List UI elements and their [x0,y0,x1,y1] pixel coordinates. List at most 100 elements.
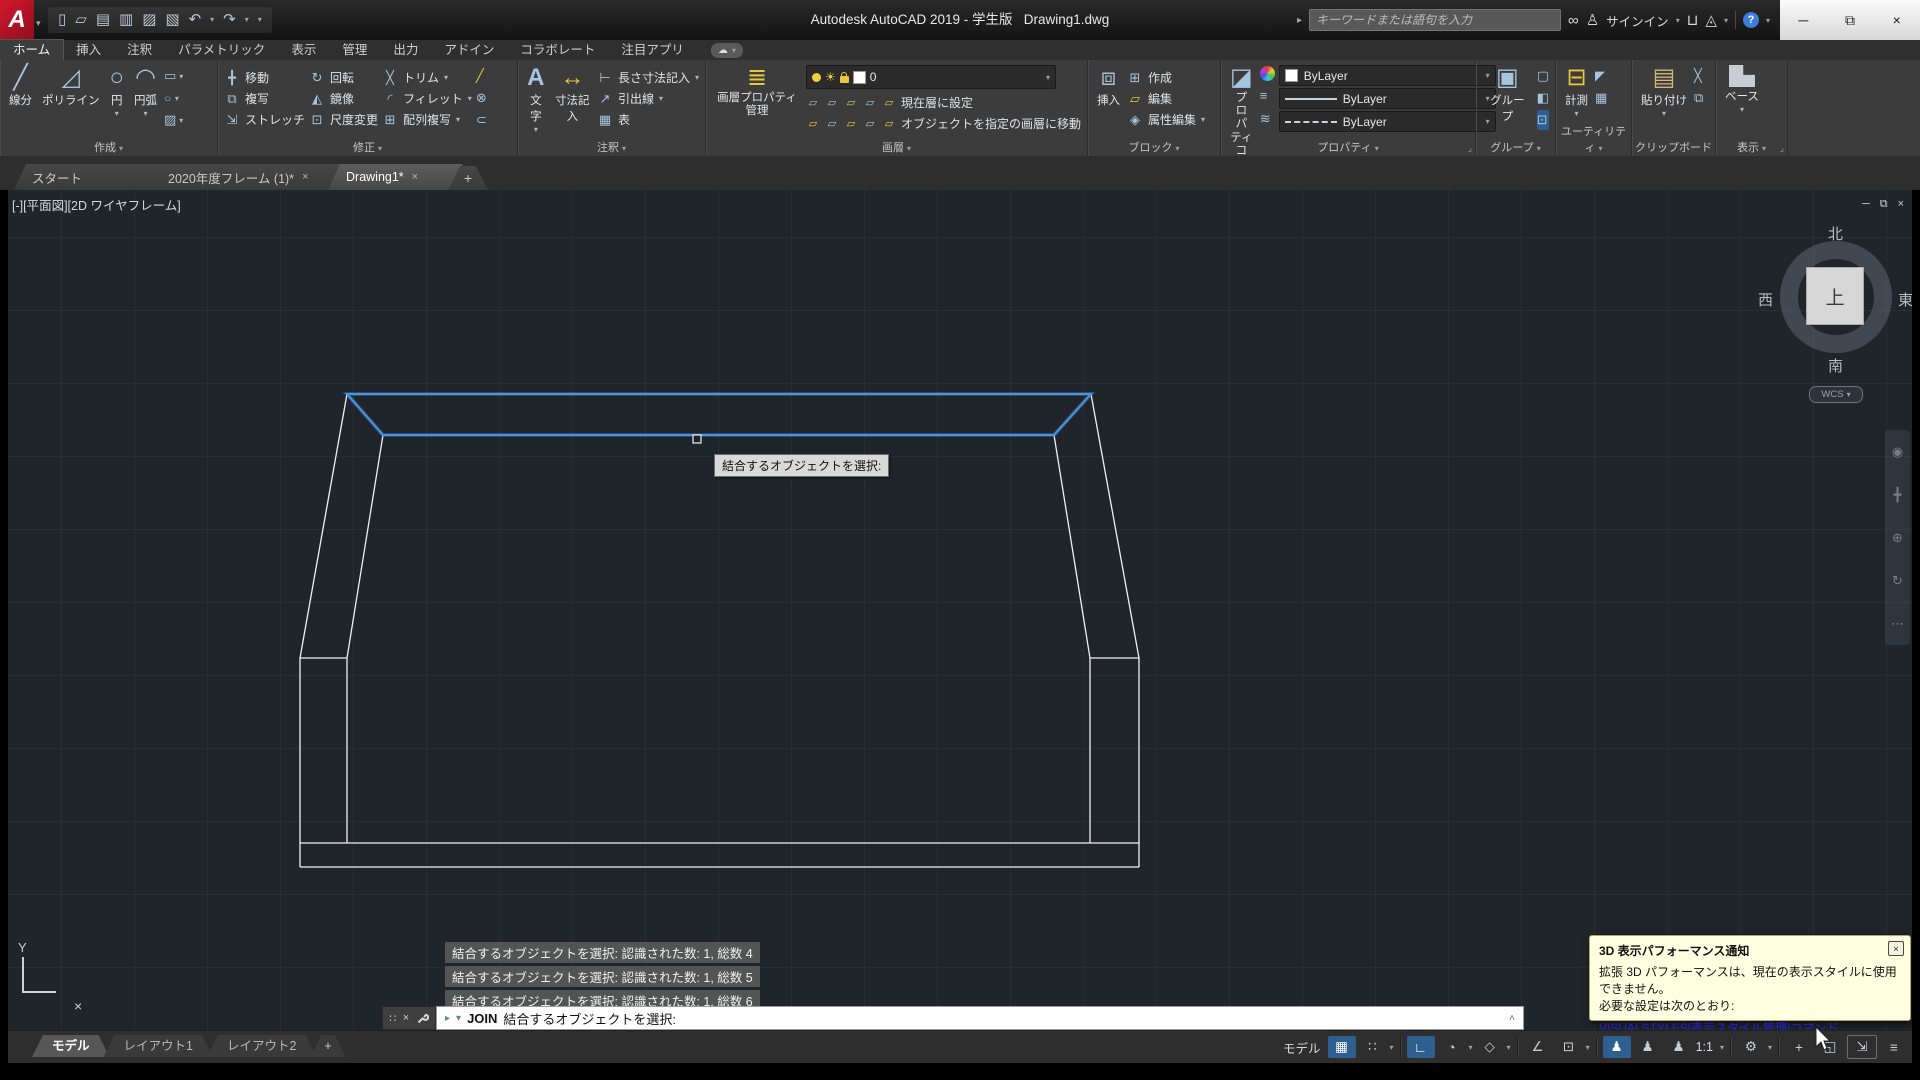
annotation-visibility-toggle[interactable]: ♟ [1603,1036,1631,1058]
dock-drag-dots-icon[interactable]: ∷ [389,1012,396,1025]
customization-gear-icon[interactable]: ⚙ [1737,1036,1765,1058]
dock-close-icon[interactable]: × [403,1012,409,1024]
copy-clip-button[interactable]: ⧉ [1694,88,1703,108]
annotation-scale-button[interactable]: ♟ [1665,1036,1693,1058]
hatch-button[interactable]: ▨ ▾ [164,110,183,130]
polar-tracking-toggle[interactable]: ◔ [1438,1036,1466,1058]
tab-featured-apps[interactable]: 注目アプリ [608,40,697,60]
help-caret-icon[interactable]: ▾ [1766,16,1770,25]
rectangle-button[interactable]: ▭ ▾ [164,66,183,86]
snap-toggle[interactable]: ∷ [1359,1036,1387,1058]
group-edit-button[interactable]: ◧ [1537,88,1549,108]
tab-output[interactable]: 出力 [380,40,431,60]
create-block-button[interactable]: ⊞ 作成 [1127,67,1205,88]
selected-polyline[interactable] [347,394,1091,435]
add-cleanup-icon[interactable]: + [1785,1036,1813,1058]
close-button[interactable]: × [1873,0,1920,40]
layer-properties-button[interactable]: ≣ 画層プロパティ管理 [712,63,802,140]
properties-dialog-launcher-icon[interactable]: ⌟ [1468,143,1472,154]
help-icon[interactable]: ? [1743,12,1759,28]
dimension-button[interactable]: ↔ 寸法記入 [552,63,593,140]
gear-caret-icon[interactable]: ▾ [1768,1043,1772,1052]
object-snap-tracking-toggle[interactable]: ∠ [1524,1036,1552,1058]
grid-toggle[interactable]: ▦ [1328,1036,1356,1058]
set-current-layer-button[interactable]: ▱ ▱ ▱ ▱ ▱ 現在層に設定 [806,92,1081,113]
tab-annotate[interactable]: 注釈 [114,40,165,60]
layer-select[interactable]: ☀ 0 ▾ [806,65,1056,89]
command-options-caret-icon[interactable]: ▾ [456,1013,461,1024]
notification-close-button[interactable]: × [1888,941,1904,956]
layout-tab-model[interactable]: モデル [32,1035,110,1057]
tab-parametric[interactable]: パラメトリック [165,40,278,60]
lineweight-icon[interactable]: ≡ [1260,85,1275,105]
redo-icon[interactable]: ↷ [223,7,236,33]
linetype-icon[interactable]: ≋ [1260,109,1275,129]
tab-insert[interactable]: 挿入 [63,40,114,60]
tab-home[interactable]: ホーム [0,40,63,60]
calculator-button[interactable]: ▦ [1595,88,1607,108]
ortho-toggle[interactable]: ∟ [1407,1036,1435,1058]
tab-view[interactable]: 表示 [278,40,329,60]
scale-button[interactable]: ⊡ 尺度変更 [309,109,378,130]
layers-panel-label[interactable]: 画層 ▾ [706,139,1087,155]
cut-button[interactable]: ╳ [1694,66,1703,86]
layout-tab-layout2[interactable]: レイアウト2 [207,1035,316,1057]
open-file-icon[interactable]: ▱ [75,7,87,33]
new-file-icon[interactable]: ▯ [58,7,66,33]
tab-addins[interactable]: アドイン [431,40,507,60]
trim-button[interactable]: ╳ トリム ▾ [382,67,472,88]
dock-wrench-icon[interactable] [416,1012,429,1025]
object-color-select[interactable]: ByLayer ▾ [1279,65,1496,86]
copy-button[interactable]: ⧉ 複写 [224,88,305,109]
text-button[interactable]: A 文字 ▾ [524,63,548,140]
tab-manage[interactable]: 管理 [329,40,380,60]
match-properties-button[interactable]: ◪ プロパティコピー [1227,63,1256,140]
annotation-autoscale-toggle[interactable]: ♟ [1634,1036,1662,1058]
block-panel-label[interactable]: ブロック ▾ [1088,139,1220,155]
status-menu-icon[interactable]: ≡ [1880,1036,1908,1058]
ellipse-button[interactable]: ○ ▾ [164,88,183,108]
move-to-layer-button[interactable]: ▱ ▱ ▱ ▱ ▱ オブジェクトを指定の画層に移動 [806,113,1081,134]
plot-icon[interactable]: ▨ [142,7,156,33]
polar-caret-icon[interactable]: ▾ [1469,1043,1473,1052]
print-icon[interactable]: ▧ [165,7,179,33]
linear-dimension-button[interactable]: ⊢ 長さ寸法記入 ▾ [597,67,699,88]
array-button[interactable]: ⊞ 配列複写 ▾ [382,109,472,130]
fillet-button[interactable]: ◜ フィレット ▾ [382,88,472,109]
isodraft-caret-icon[interactable]: ▾ [1507,1043,1511,1052]
search-expander-icon[interactable]: ▸ [1297,15,1302,26]
search-button-icon[interactable]: ∞ [1568,12,1579,29]
application-menu-caret-icon[interactable]: ▾ [36,18,41,29]
help-search-input[interactable] [1309,9,1561,31]
model-space-label[interactable]: モデル [1283,1038,1321,1057]
minimize-button[interactable]: ─ [1780,0,1827,40]
draw-panel-label[interactable]: 作成 ▾ [0,139,217,155]
quick-select-button[interactable]: ◤ [1595,66,1607,86]
edit-block-button[interactable]: ▱ 編集 [1127,88,1205,109]
command-input[interactable]: ▸ ▾ JOIN 結合するオブジェクトを選択: ˄ [436,1006,1524,1030]
file-tab-frame-close-icon[interactable]: × [302,171,308,183]
restore-button[interactable]: ⧉ [1827,0,1874,40]
signin-caret-icon[interactable]: ▾ [1676,16,1680,25]
lineweight-select[interactable]: ByLayer ▾ [1279,88,1496,109]
annotation-panel-label[interactable]: 注釈 ▾ [518,139,705,155]
save-icon[interactable]: ▤ [96,7,110,33]
share-cloud-button[interactable]: ☁ ▾ [711,43,743,58]
group-button[interactable]: ▣ グループ [1482,63,1533,140]
circle-button[interactable]: ○ 円 ▾ [107,63,128,140]
layout-tab-layout1[interactable]: レイアウト1 [104,1035,213,1057]
signin-label[interactable]: サインイン [1606,11,1669,30]
visualstyles-link[interactable]: VISUALSTYLES[表示スタイル管理]コマンド [1599,1019,1838,1030]
snap-caret-icon[interactable]: ▾ [1390,1043,1394,1052]
base-view-button[interactable]: ベース ▾ [1722,63,1762,140]
view-dialog-launcher-icon[interactable]: ⌟ [1780,143,1784,154]
qat-customize-icon[interactable]: ▾ [258,7,262,33]
file-tab-frame[interactable]: 2020年度フレーム (1)* × [150,164,356,190]
erase-button[interactable]: ╱ [476,66,487,86]
app-store-cart-icon[interactable]: ⊔ [1687,11,1699,29]
object-snap-toggle[interactable]: ⊡ [1555,1036,1583,1058]
undo-caret-icon[interactable]: ▾ [210,7,214,33]
save-as-icon[interactable]: ▥ [119,7,133,33]
signin-avatar-icon[interactable]: ♙ [1586,11,1599,29]
table-button[interactable]: ▦ 表 [597,109,699,130]
